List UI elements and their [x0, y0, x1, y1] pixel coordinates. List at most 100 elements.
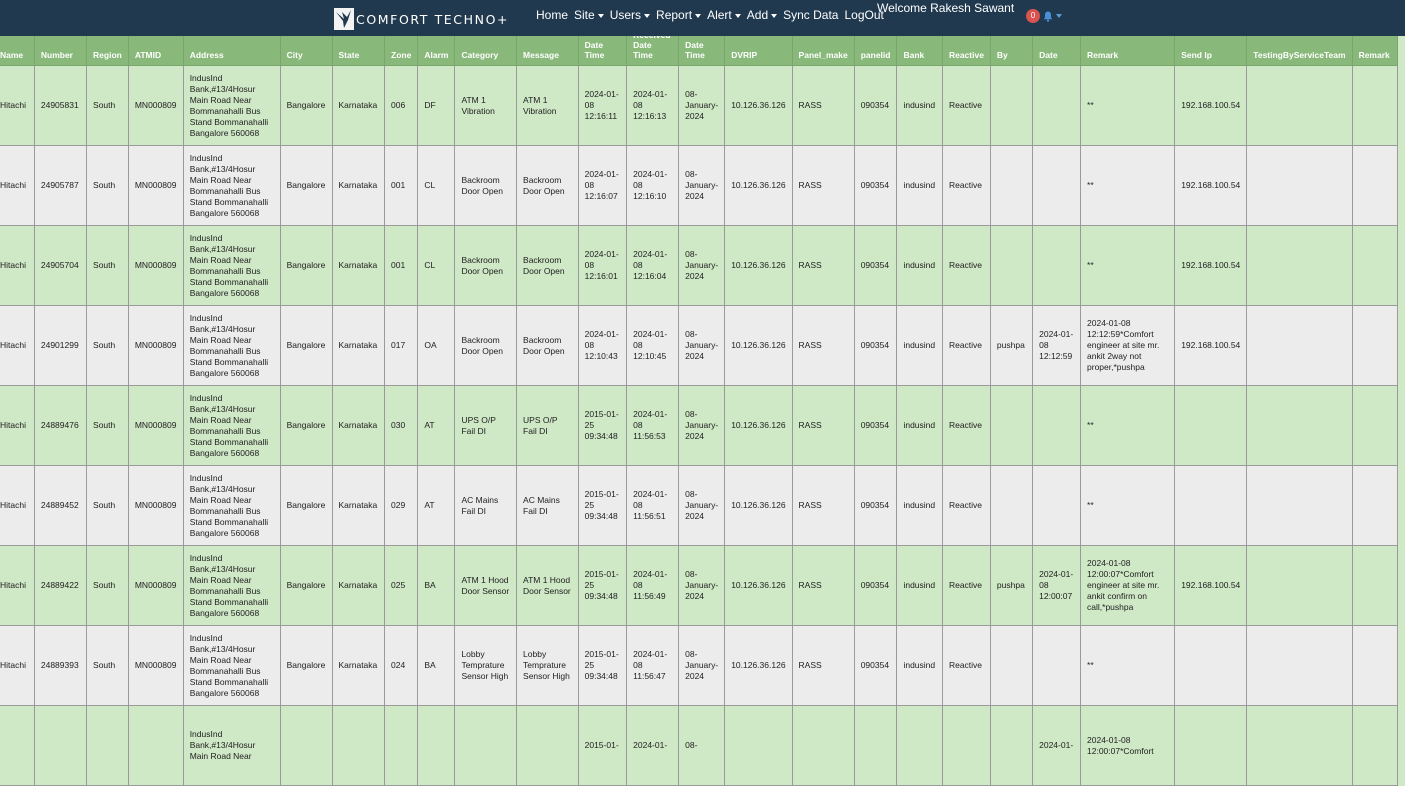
table-cell	[331, 705, 386, 786]
table-cell: 029	[384, 465, 419, 546]
table-cell: 030	[384, 385, 419, 466]
table-cell	[454, 705, 518, 786]
table-cell: IndusInd Bank,#13/4Hosur Main Road Near …	[182, 145, 281, 226]
notifications-toggle[interactable]: 0	[1026, 9, 1062, 23]
table-cell: pushpa	[989, 305, 1034, 386]
nav-alert-dropdown[interactable]: Alert	[707, 8, 741, 22]
nav-report-dropdown[interactable]: Report	[656, 8, 702, 22]
table-cell: IndusInd Bank,#13/4Hosur Main Road Near …	[182, 625, 281, 706]
table-cell: Backroom Door Open	[516, 305, 579, 386]
table-cell	[516, 705, 579, 786]
table-body: Hitachi 24905831 South MN000809 IndusInd Ban…	[0, 65, 1399, 786]
table-cell: 090354	[853, 625, 898, 706]
table-cell: Karnataka	[331, 545, 386, 626]
table-cell: MN000809	[127, 545, 184, 626]
table-cell: Hitachi	[0, 225, 35, 306]
table-cell: Lobby Temprature Sensor High	[516, 625, 579, 706]
table-cell: 08-January-2024	[678, 385, 726, 466]
table-cell: indusind	[896, 625, 943, 706]
table-cell: AC Mains Fail DI	[516, 465, 579, 546]
table-cell: Backroom Door Open	[454, 145, 518, 226]
table-cell: 2024-01-08 12:12:59*Comfort engineer at …	[1080, 305, 1176, 386]
alerts-table: Name Number Region ATMID Address City State Zon…	[0, 25, 1399, 786]
table-cell	[853, 705, 898, 786]
table-cell: indusind	[896, 225, 943, 306]
table-cell	[1351, 385, 1399, 466]
table-row[interactable]: Hitachi 24889476 South MN000809 IndusInd Ban…	[0, 385, 1399, 466]
table-cell: Reactive	[941, 305, 991, 386]
table-cell: **	[1080, 385, 1176, 466]
table-cell: MN000809	[127, 465, 184, 546]
table-cell: 2024-01-08 12:10:45	[626, 305, 680, 386]
table-cell	[1351, 545, 1399, 626]
table-cell: Hitachi	[0, 65, 35, 146]
table-cell	[1032, 625, 1082, 706]
table-cell: 090354	[853, 65, 898, 146]
nav-site-label: Site	[574, 8, 595, 22]
nav-add-dropdown[interactable]: Add	[747, 8, 778, 22]
table-cell: 2015-01-	[577, 705, 628, 786]
table-row[interactable]: IndusInd Bank,#13/4Hosur Main Road Near 2…	[0, 705, 1399, 786]
table-cell: Karnataka	[331, 225, 386, 306]
table-cell	[1246, 305, 1353, 386]
table-cell	[989, 625, 1034, 706]
table-cell: AT	[417, 465, 456, 546]
table-cell	[1246, 225, 1353, 306]
table-cell	[896, 705, 943, 786]
table-cell: Karnataka	[331, 145, 386, 226]
table-cell: CL	[417, 225, 456, 306]
table-cell: indusind	[896, 465, 943, 546]
nav-home[interactable]: Home	[536, 8, 568, 22]
table-cell: IndusInd Bank,#13/4Hosur Main Road Near …	[182, 225, 281, 306]
table-cell: 2015-01-25 09:34:48	[577, 545, 628, 626]
table-cell: 2024-01-08 12:16:04	[626, 225, 680, 306]
table-cell: Reactive	[941, 545, 991, 626]
table-cell: IndusInd Bank,#13/4Hosur Main Road Near …	[182, 305, 281, 386]
table-cell: 10.126.36.126	[724, 545, 793, 626]
table-cell: pushpa	[989, 545, 1034, 626]
nav-users-dropdown[interactable]: Users	[610, 8, 651, 22]
table-row[interactable]: Hitachi 24889452 South MN000809 IndusInd Ban…	[0, 465, 1399, 546]
table-cell: OA	[417, 305, 456, 386]
table-cell: 090354	[853, 465, 898, 546]
table-cell: 2024-01-	[626, 705, 680, 786]
table-cell	[989, 705, 1034, 786]
table-cell: 08-January-2024	[678, 625, 726, 706]
table-cell: 2015-01-25 09:34:48	[577, 465, 628, 546]
table-cell	[1032, 225, 1082, 306]
brand[interactable]: COMFORT TECHNO+	[334, 8, 509, 30]
table-cell: IndusInd Bank,#13/4Hosur Main Road Near	[182, 705, 281, 786]
table-cell: 24889393	[33, 625, 88, 706]
table-cell: 10.126.36.126	[724, 225, 793, 306]
table-row[interactable]: Hitachi 24901299 South MN000809 IndusInd Ban…	[0, 305, 1399, 386]
table-cell	[989, 225, 1034, 306]
table-cell: CL	[417, 145, 456, 226]
table-row[interactable]: Hitachi 24905831 South MN000809 IndusInd Ban…	[0, 65, 1399, 146]
table-cell: 24889452	[33, 465, 88, 546]
table-cell	[941, 705, 991, 786]
table-cell	[791, 705, 855, 786]
table-cell	[989, 465, 1034, 546]
table-cell: MN000809	[127, 225, 184, 306]
table-cell: MN000809	[127, 65, 184, 146]
table-cell	[1174, 705, 1248, 786]
table-cell: RASS	[791, 145, 855, 226]
table-row[interactable]: Hitachi 24905704 South MN000809 IndusInd Ban…	[0, 225, 1399, 306]
table-cell: 2024-01-08 12:16:10	[626, 145, 680, 226]
table-cell: RASS	[791, 225, 855, 306]
table-cell: 08-January-2024	[678, 65, 726, 146]
table-cell: 090354	[853, 145, 898, 226]
nav-site-dropdown[interactable]: Site	[574, 8, 604, 22]
table-cell: 192.168.100.54	[1174, 305, 1248, 386]
table-cell: South	[86, 545, 129, 626]
table-row[interactable]: Hitachi 24889393 South MN000809 IndusInd Ban…	[0, 625, 1399, 706]
table-cell: South	[86, 225, 129, 306]
table-cell	[1351, 625, 1399, 706]
table-row[interactable]: Hitachi 24905787 South MN000809 IndusInd Ban…	[0, 145, 1399, 226]
table-cell	[1174, 385, 1248, 466]
table-cell: Karnataka	[331, 65, 386, 146]
chevron-down-icon	[771, 13, 778, 18]
nav-sync-data[interactable]: Sync Data	[783, 8, 838, 22]
main-nav: Home Site Users Report Alert Add Sync Da…	[536, 8, 890, 22]
table-row[interactable]: Hitachi 24889422 South MN000809 IndusInd Ban…	[0, 545, 1399, 626]
